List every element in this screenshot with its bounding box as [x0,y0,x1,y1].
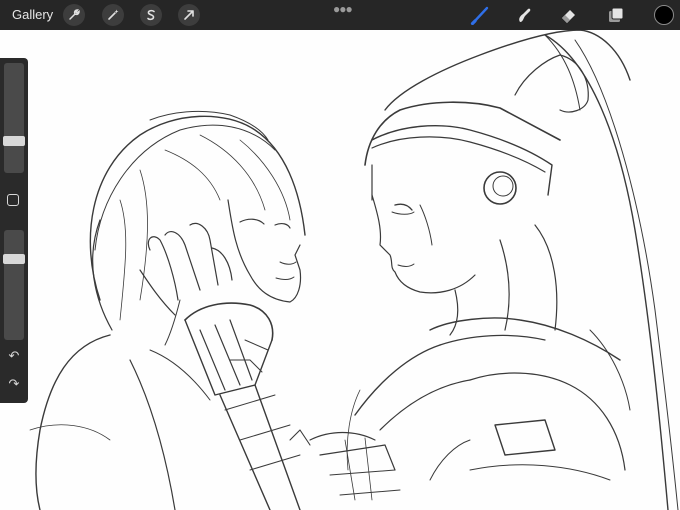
toolbar-grabber-icon[interactable]: ●●● [333,2,353,16]
left-sidebar: ↶ ↷ [0,58,28,403]
opacity-slider-thumb[interactable] [3,254,25,264]
brush-icon [470,6,489,25]
magic-wand-icon [108,9,119,20]
transform-arrow-icon [184,10,194,20]
eraser-icon [562,10,575,23]
color-picker-button[interactable] [654,5,674,25]
sketch-artwork [29,29,679,510]
opacity-slider[interactable] [4,230,24,340]
selection-button[interactable] [140,4,162,26]
top-toolbar: Gallery ●●● [0,0,680,30]
layers-button[interactable] [604,3,628,27]
wrench-icon [69,9,80,20]
brush-size-slider-thumb[interactable] [3,136,25,146]
smudge-icon [519,8,531,22]
brush-size-slider[interactable] [4,63,24,173]
adjustments-button[interactable] [102,4,124,26]
selection-s-icon [147,9,155,21]
actions-button[interactable] [63,4,85,26]
eraser-tool-button[interactable] [557,3,581,27]
undo-arrow-icon[interactable]: ↶ [6,348,22,364]
smudge-tool-button[interactable] [512,3,536,27]
transform-button[interactable] [178,4,200,26]
layers-icon [609,7,624,22]
gallery-button[interactable]: Gallery [12,7,53,22]
redo-arrow-icon[interactable]: ↷ [6,376,22,392]
brush-tool-button[interactable] [468,3,492,27]
drawing-canvas[interactable] [0,0,680,510]
modify-button-icon[interactable] [7,194,19,206]
